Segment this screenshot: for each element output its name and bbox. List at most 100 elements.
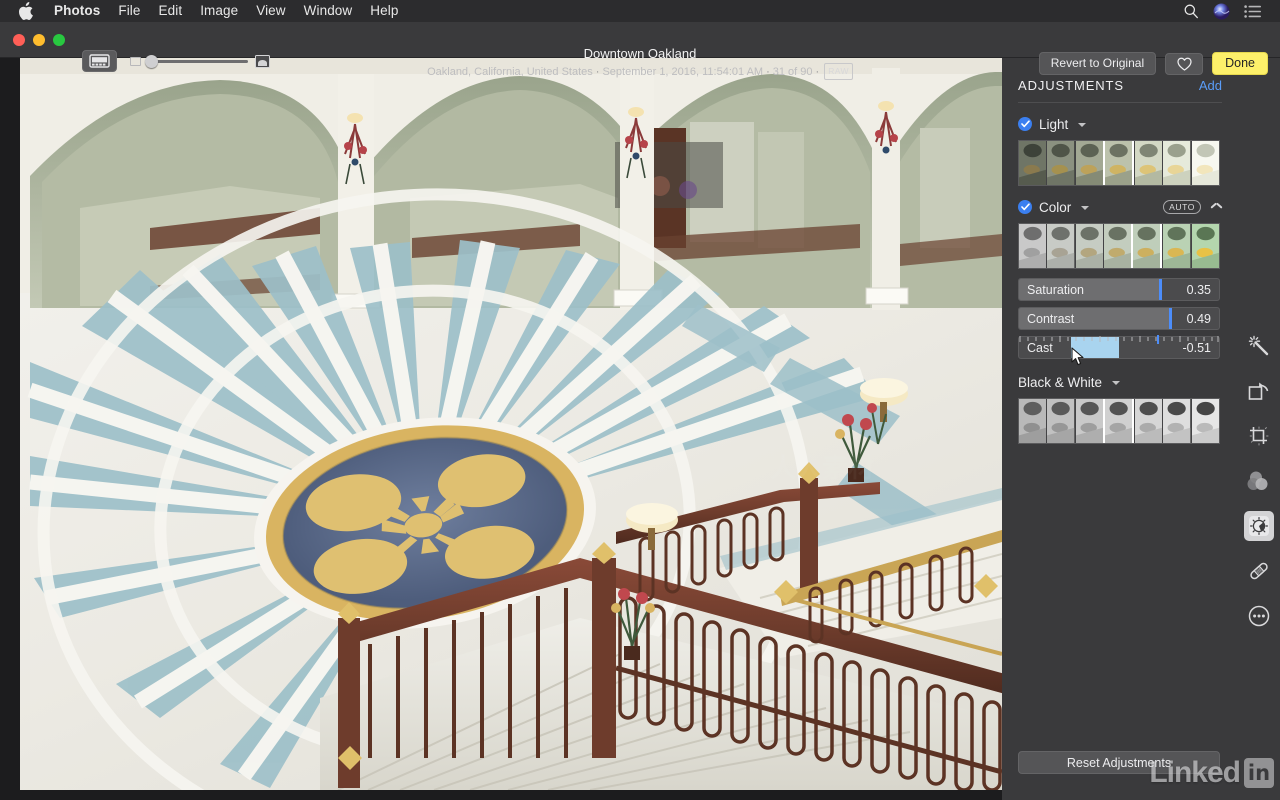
color-auto-badge[interactable]: AUTO [1163, 199, 1201, 215]
crop-tool-button[interactable] [1244, 421, 1274, 451]
bw-thumb-0[interactable] [1019, 399, 1047, 443]
editing-tool-rail [1238, 116, 1280, 800]
done-button[interactable]: Done [1212, 52, 1268, 75]
contrast-slider[interactable]: Contrast 0.49 [1018, 307, 1220, 330]
cast-slider-block: Cast -0.51 [1018, 335, 1220, 366]
menu-item-photos[interactable]: Photos [45, 0, 109, 22]
large-thumbnail-icon [255, 55, 270, 68]
cast-value: -0.51 [1182, 340, 1212, 355]
color-thumb-3[interactable] [1102, 224, 1132, 268]
zoom-slider-knob[interactable] [145, 55, 158, 68]
add-adjustment-button[interactable]: Add [1199, 78, 1222, 93]
extensions-tool-button[interactable] [1244, 601, 1274, 631]
light-thumb-0[interactable] [1019, 141, 1047, 185]
menu-bar-status-items [1183, 3, 1272, 20]
bw-thumb-3-selected[interactable] [1102, 399, 1135, 443]
saturation-value: 0.35 [1186, 282, 1211, 297]
bw-thumb-5[interactable] [1162, 399, 1191, 443]
color-header-actions: AUTO [1163, 199, 1222, 215]
contrast-slider-handle[interactable] [1169, 308, 1172, 329]
adjust-tool-button[interactable] [1244, 511, 1274, 541]
reset-adjustments-button[interactable]: Reset Adjustments [1018, 751, 1220, 774]
section-light: Light [1018, 115, 1222, 186]
saturation-label: Saturation [1027, 282, 1084, 297]
saturation-slider[interactable]: Saturation 0.35 [1018, 278, 1220, 301]
section-color: Color AUTO Saturation 0.35 Contrast 0.49… [1018, 198, 1222, 366]
light-thumbnail-strip[interactable] [1018, 140, 1220, 186]
heart-icon [1176, 57, 1192, 71]
adjustments-title: ADJUSTMENTS [1018, 78, 1124, 93]
color-collapse-chevron-up-icon[interactable] [1211, 204, 1222, 211]
color-chevron-down-icon[interactable] [1081, 206, 1090, 210]
color-thumb-0[interactable] [1019, 224, 1047, 268]
color-thumb-1[interactable] [1046, 224, 1075, 268]
search-icon[interactable] [1183, 3, 1199, 19]
bw-chevron-down-icon[interactable] [1112, 381, 1121, 385]
light-thumb-4[interactable] [1134, 141, 1163, 185]
color-thumbnail-strip[interactable] [1018, 223, 1220, 269]
adjustments-panel-content: ADJUSTMENTS Add Light Color AUTO Saturat… [1002, 58, 1238, 800]
bw-thumb-6[interactable] [1190, 399, 1219, 443]
bw-thumb-4[interactable] [1134, 399, 1163, 443]
menu-item-view[interactable]: View [247, 0, 294, 22]
mouse-cursor-icon [1071, 347, 1084, 366]
siri-icon[interactable] [1213, 3, 1230, 20]
apple-logo-icon[interactable] [19, 2, 34, 20]
menu-item-image[interactable]: Image [191, 0, 247, 22]
bw-thumb-1[interactable] [1046, 399, 1075, 443]
color-sliders: Saturation 0.35 Contrast 0.49 Cast -0.51 [1018, 278, 1222, 366]
zoom-slider-track[interactable] [145, 55, 248, 68]
zoom-button[interactable] [53, 34, 65, 46]
color-enabled-checkmark-icon[interactable] [1018, 200, 1032, 214]
menu-item-edit[interactable]: Edit [150, 0, 192, 22]
light-chevron-down-icon[interactable] [1078, 123, 1087, 127]
crop-icon [1249, 426, 1269, 446]
rotate-icon [1248, 382, 1269, 400]
contrast-label: Contrast [1027, 311, 1075, 326]
more-ellipsis-icon [1248, 605, 1270, 627]
close-button[interactable] [13, 34, 25, 46]
filters-circles-icon [1247, 471, 1268, 490]
revert-to-original-button[interactable]: Revert to Original [1038, 52, 1157, 75]
light-enabled-checkmark-icon[interactable] [1018, 117, 1032, 131]
photo-canvas[interactable]: 人人素材 人人素材 M 人人素材 [0, 58, 1002, 800]
saturation-slider-handle[interactable] [1159, 279, 1162, 300]
cast-slider[interactable]: Cast -0.51 [1018, 336, 1220, 359]
menu-item-file[interactable]: File [109, 0, 149, 22]
section-color-header[interactable]: Color AUTO [1018, 198, 1222, 216]
adjustments-header: ADJUSTMENTS Add [1018, 78, 1222, 103]
color-thumb-5[interactable] [1162, 224, 1191, 268]
section-color-label: Color [1039, 199, 1072, 215]
light-thumb-2[interactable] [1074, 141, 1103, 185]
window-toolbar: Downtown Oakland Oakland, California, Un… [0, 22, 1280, 80]
color-thumb-2[interactable] [1074, 224, 1103, 268]
section-bw-label: Black & White [1018, 374, 1103, 390]
retouch-tool-button[interactable] [1244, 556, 1274, 586]
bw-thumbnail-strip[interactable] [1018, 398, 1220, 444]
rotate-tool-button[interactable] [1244, 376, 1274, 406]
bw-thumb-2[interactable] [1074, 399, 1103, 443]
sidebar-toggle-icon[interactable] [82, 50, 117, 72]
menu-item-window[interactable]: Window [295, 0, 362, 22]
contrast-value: 0.49 [1186, 311, 1211, 326]
section-light-header[interactable]: Light [1018, 115, 1222, 133]
minimize-button[interactable] [33, 34, 45, 46]
filters-tool-button[interactable] [1244, 466, 1274, 496]
thumbnail-zoom-slider[interactable] [130, 55, 270, 68]
section-black-and-white: Black & White [1018, 373, 1222, 444]
control-center-icon[interactable] [1244, 4, 1262, 18]
menu-bar: Photos File Edit Image View Window Help [0, 0, 1280, 22]
light-thumb-5[interactable] [1162, 141, 1191, 185]
photo-image[interactable] [20, 58, 1002, 790]
color-thumb-6[interactable] [1190, 224, 1219, 268]
section-bw-header[interactable]: Black & White [1018, 373, 1222, 391]
adjust-dial-icon [1249, 516, 1269, 536]
color-thumb-4-selected[interactable] [1131, 224, 1163, 268]
light-thumb-3-selected[interactable] [1102, 141, 1135, 185]
light-thumb-6[interactable] [1190, 141, 1219, 185]
light-thumb-1[interactable] [1046, 141, 1075, 185]
cast-label: Cast [1027, 340, 1053, 355]
enhance-tool-button[interactable] [1244, 331, 1274, 361]
menu-item-help[interactable]: Help [361, 0, 407, 22]
favorite-button[interactable] [1165, 52, 1204, 75]
